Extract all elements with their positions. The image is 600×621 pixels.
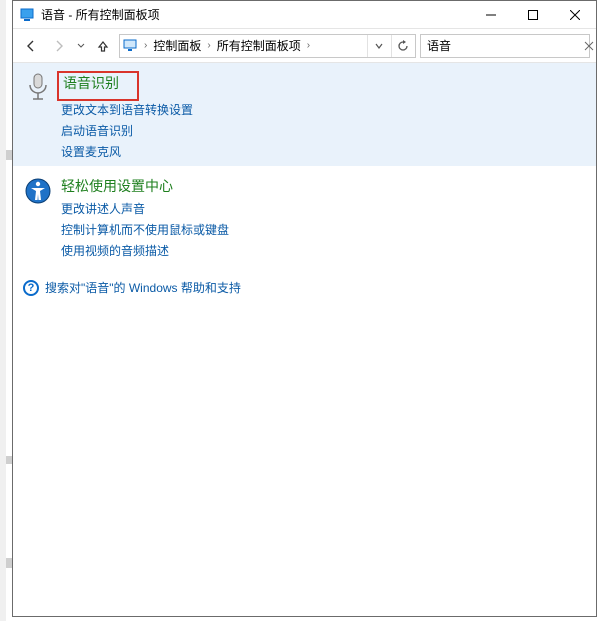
category-body: 轻松使用设置中心 更改讲述人声音 控制计算机而不使用鼠标或键盘 使用视频的音频描… — [61, 176, 586, 259]
category-body: 语音识别 更改文本到语音转换设置 启动语音识别 设置麦克风 — [61, 73, 586, 160]
edge-artifact — [6, 150, 12, 160]
edge-artifact — [6, 456, 12, 464]
chevron-right-icon[interactable]: › — [205, 40, 212, 51]
category-links: 更改讲述人声音 控制计算机而不使用鼠标或键盘 使用视频的音频描述 — [61, 200, 586, 259]
clear-search-button[interactable] — [584, 37, 594, 55]
window-title: 语音 - 所有控制面板项 — [41, 6, 470, 23]
chevron-right-icon[interactable]: › — [305, 40, 312, 51]
category-title[interactable]: 语音识别 — [63, 73, 119, 93]
help-icon: ? — [23, 280, 39, 296]
forward-button[interactable] — [47, 34, 71, 58]
help-link[interactable]: 搜索对"语音"的 Windows 帮助和支持 — [45, 279, 241, 296]
titlebar: 语音 - 所有控制面板项 — [13, 1, 596, 29]
history-dropdown[interactable] — [75, 34, 87, 58]
category-link[interactable]: 控制计算机而不使用鼠标或键盘 — [61, 221, 586, 238]
nav-row: › 控制面板 › 所有控制面板项 › — [13, 29, 596, 63]
ease-of-access-icon — [23, 176, 53, 206]
refresh-button[interactable] — [391, 35, 413, 57]
category-links: 更改文本到语音转换设置 启动语音识别 设置麦克风 — [61, 101, 586, 160]
breadcrumb-item[interactable]: 所有控制面板项 — [215, 37, 303, 54]
help-row: ? 搜索对"语音"的 Windows 帮助和支持 — [13, 265, 596, 296]
category-speech-recognition[interactable]: 语音识别 更改文本到语音转换设置 启动语音识别 设置麦克风 — [13, 63, 596, 166]
content-area: 语音识别 更改文本到语音转换设置 启动语音识别 设置麦克风 — [13, 63, 596, 616]
search-input[interactable] — [425, 38, 584, 54]
microphone-icon — [23, 73, 53, 103]
category-link[interactable]: 设置麦克风 — [61, 143, 586, 160]
control-panel-icon — [19, 7, 35, 23]
maximize-button[interactable] — [512, 1, 554, 29]
up-button[interactable] — [91, 34, 115, 58]
category-link[interactable]: 启动语音识别 — [61, 122, 586, 139]
edge-artifact — [6, 558, 12, 568]
category-ease-of-access[interactable]: 轻松使用设置中心 更改讲述人声音 控制计算机而不使用鼠标或键盘 使用视频的音频描… — [13, 166, 596, 265]
breadcrumb-item[interactable]: 控制面板 — [151, 37, 203, 54]
category-link[interactable]: 更改文本到语音转换设置 — [61, 101, 586, 118]
close-button[interactable] — [554, 1, 596, 29]
back-button[interactable] — [19, 34, 43, 58]
window: 语音 - 所有控制面板项 — [12, 0, 597, 617]
chevron-right-icon[interactable]: › — [142, 40, 149, 51]
category-link[interactable]: 使用视频的音频描述 — [61, 242, 586, 259]
search-box[interactable] — [420, 34, 590, 58]
category-title[interactable]: 轻松使用设置中心 — [61, 176, 586, 196]
address-bar[interactable]: › 控制面板 › 所有控制面板项 › — [119, 34, 416, 58]
minimize-button[interactable] — [470, 1, 512, 29]
highlight-annotation: 语音识别 — [57, 71, 139, 101]
window-buttons — [470, 1, 596, 29]
address-dropdown[interactable] — [367, 35, 389, 57]
monitor-icon — [122, 37, 140, 55]
category-link[interactable]: 更改讲述人声音 — [61, 200, 586, 217]
